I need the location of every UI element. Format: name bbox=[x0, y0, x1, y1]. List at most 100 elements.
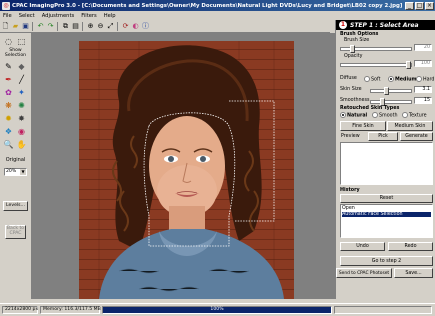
redeye-icon[interactable]: ◉ bbox=[16, 126, 27, 137]
diffuse-hard[interactable]: Hard bbox=[416, 76, 434, 83]
diffuse-soft[interactable]: Soft bbox=[364, 76, 380, 83]
skin-type-natural-label: Natural bbox=[347, 113, 368, 119]
sharpen-icon[interactable]: ✦ bbox=[16, 87, 27, 98]
memory-status: Memory: 116.3/117.5 MB bbox=[40, 306, 101, 314]
hand-icon[interactable]: ✋ bbox=[16, 139, 27, 150]
save-button[interactable]: Save... bbox=[394, 268, 433, 278]
brush-size-field[interactable]: 20 bbox=[414, 44, 432, 51]
fine-skin-button[interactable]: Fine Skin bbox=[340, 121, 386, 131]
skin-type-natural[interactable]: Natural bbox=[340, 112, 367, 119]
radio-icon[interactable] bbox=[402, 112, 408, 118]
radio-icon[interactable] bbox=[388, 76, 394, 82]
radio-icon[interactable] bbox=[340, 112, 346, 118]
redo-icon[interactable]: ↷ bbox=[46, 22, 55, 31]
skin-type-texture[interactable]: Texture bbox=[402, 112, 427, 119]
opacity-field[interactable]: 100 bbox=[414, 60, 432, 67]
lasso-icon[interactable]: ◌ bbox=[3, 36, 14, 47]
opacity-slider[interactable] bbox=[340, 63, 412, 67]
rotate-icon[interactable]: ⟳ bbox=[121, 22, 130, 31]
brush-options-heading: Brush Options bbox=[340, 32, 379, 37]
generate-button[interactable]: Generate bbox=[400, 132, 433, 141]
fit-icon[interactable]: ⤢ bbox=[106, 22, 115, 31]
skin-size-slider[interactable] bbox=[370, 89, 412, 93]
dodge-icon[interactable]: ✹ bbox=[3, 113, 14, 124]
paste-icon[interactable]: ▤ bbox=[71, 22, 80, 31]
brush-size-label: Brush Size bbox=[344, 38, 370, 43]
skin-type-texture-label: Texture bbox=[409, 113, 427, 119]
reset-button[interactable]: Reset bbox=[340, 194, 433, 203]
diffuse-label: Diffuse bbox=[340, 76, 357, 81]
pick-button[interactable]: Pick bbox=[368, 132, 398, 141]
levels-button[interactable]: Levels... bbox=[3, 201, 28, 211]
marquee-icon[interactable]: ⬚ bbox=[16, 36, 27, 47]
show-selection-label[interactable]: Show Selection bbox=[0, 48, 31, 58]
menu-filters[interactable]: Filters bbox=[81, 13, 97, 19]
zoom-out-icon[interactable]: ⊖ bbox=[96, 22, 105, 31]
save-icon[interactable]: ▣ bbox=[21, 22, 30, 31]
opacity-label: Opacity bbox=[344, 54, 363, 59]
smoothness-label: Smoothness bbox=[340, 98, 370, 103]
line-icon[interactable]: ╱ bbox=[16, 74, 27, 85]
diffuse-medium[interactable]: Medium bbox=[388, 76, 417, 83]
status-bar: 2214x2800 px Memory: 116.3/117.5 MB 100% bbox=[0, 303, 435, 316]
maximize-button[interactable]: □ bbox=[415, 1, 424, 10]
go-to-step-2-button[interactable]: Go to step 2 bbox=[340, 256, 433, 266]
smudge-icon[interactable]: ✺ bbox=[16, 100, 27, 111]
medium-skin-button[interactable]: Medium Skin bbox=[387, 121, 433, 131]
zoom-icon[interactable]: 🔍 bbox=[3, 139, 14, 150]
copy-icon[interactable]: ⧉ bbox=[61, 22, 70, 31]
open-icon[interactable]: ▰ bbox=[11, 22, 20, 31]
blemish-icon[interactable]: ✿ bbox=[3, 87, 14, 98]
eraser-icon[interactable]: ◆ bbox=[16, 61, 27, 72]
burn-icon[interactable]: ✸ bbox=[16, 113, 27, 124]
toolbar-separator bbox=[32, 21, 33, 31]
send-to-cpac-button[interactable]: Send to CPAC Photoset bbox=[336, 268, 392, 278]
brush-size-thumb[interactable] bbox=[350, 45, 355, 53]
retouched-skin-heading: Retouched Skin Types bbox=[340, 106, 400, 111]
new-icon[interactable]: 🗋 bbox=[1, 22, 10, 31]
menu-adjustments[interactable]: Adjustments bbox=[42, 13, 75, 19]
zoom-in-icon[interactable]: ⊕ bbox=[86, 22, 95, 31]
skin-size-thumb[interactable] bbox=[384, 87, 389, 95]
color-icon[interactable]: ◐ bbox=[131, 22, 140, 31]
undo-icon[interactable]: ↶ bbox=[36, 22, 45, 31]
radio-icon[interactable] bbox=[372, 112, 378, 118]
menu-select[interactable]: Select bbox=[19, 13, 35, 19]
redo-button[interactable]: Redo bbox=[388, 242, 433, 251]
radio-icon[interactable] bbox=[364, 76, 370, 82]
zoom-select[interactable]: 20% ▼ bbox=[4, 168, 27, 176]
portrait-photo[interactable] bbox=[79, 41, 294, 299]
radio-icon[interactable] bbox=[416, 76, 422, 82]
skin-type-smooth[interactable]: Smooth bbox=[372, 112, 398, 119]
window-title: CPAC ImagingPro 3.0 - [C:\Documents and … bbox=[12, 2, 403, 9]
step-header: 1 STEP 1 : Select Area bbox=[336, 20, 435, 30]
skin-size-field[interactable]: 3.1 bbox=[414, 86, 432, 93]
image-canvas[interactable] bbox=[32, 33, 335, 299]
right-panel: 1 STEP 1 : Select Area Brush Options Bru… bbox=[335, 20, 435, 299]
brush-icon[interactable]: ✎ bbox=[3, 61, 14, 72]
history-list[interactable]: Open Automatic Face Selection bbox=[340, 204, 433, 238]
history-item-selected[interactable]: Automatic Face Selection bbox=[342, 212, 431, 217]
close-button[interactable]: × bbox=[425, 1, 434, 10]
menu-file[interactable]: File bbox=[3, 13, 12, 19]
history-item[interactable]: Open bbox=[342, 206, 431, 211]
menu-help[interactable]: Help bbox=[104, 13, 116, 19]
diffuse-soft-label: Soft bbox=[371, 77, 381, 83]
info-icon[interactable]: ⓘ bbox=[141, 22, 150, 31]
back-to-cpac-button[interactable]: Back to CPAC bbox=[5, 225, 26, 239]
preview-area bbox=[340, 142, 433, 185]
eyedropper-icon[interactable]: ✒ bbox=[3, 74, 14, 85]
minimize-button[interactable]: _ bbox=[405, 1, 414, 10]
original-label: Original bbox=[5, 157, 26, 163]
tool-panel: ◌ ⬚ Show Selection ✎ ◆ ✒ ╱ ✿ ✦ ❋ ✺ ✹ ✸ ❖… bbox=[0, 33, 32, 299]
opacity-thumb[interactable] bbox=[406, 61, 411, 69]
smoothness-field[interactable]: 15 bbox=[414, 97, 432, 104]
smoothness-thumb[interactable] bbox=[380, 98, 385, 106]
whiten-icon[interactable]: ❖ bbox=[3, 126, 14, 137]
smoothness-slider[interactable] bbox=[370, 100, 412, 104]
clone-icon[interactable]: ❋ bbox=[3, 100, 14, 111]
undo-button[interactable]: Undo bbox=[340, 242, 385, 251]
toolbar-separator bbox=[82, 21, 83, 31]
chevron-down-icon[interactable]: ▼ bbox=[20, 169, 26, 175]
portrait-image bbox=[98, 41, 284, 299]
